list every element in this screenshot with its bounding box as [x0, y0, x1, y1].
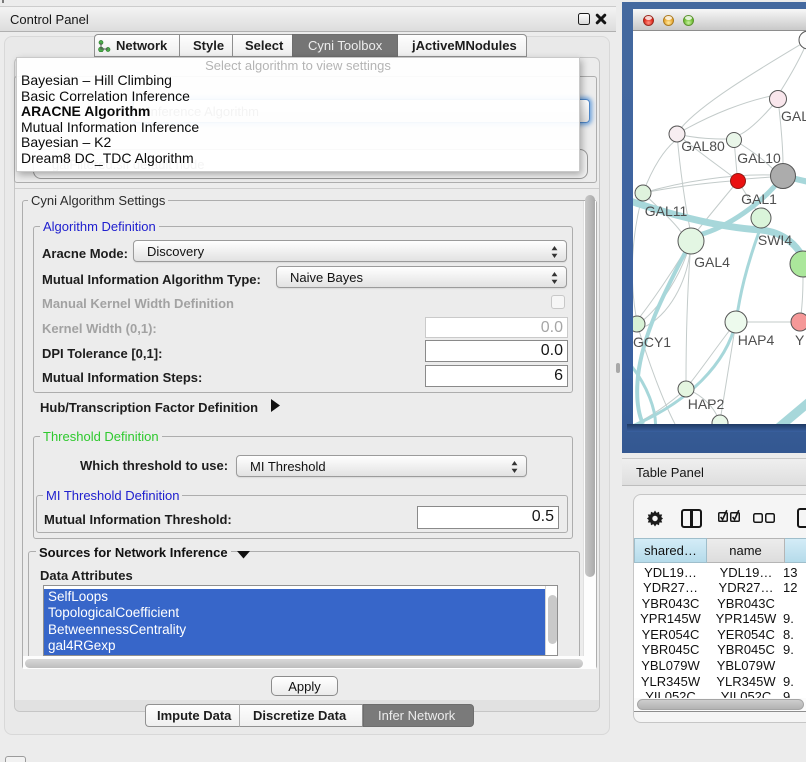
- svg-text:GAL11: GAL11: [645, 203, 688, 219]
- svg-text:GAL4: GAL4: [694, 254, 730, 270]
- svg-text:SWI4: SWI4: [758, 232, 792, 248]
- svg-text:Y: Y: [795, 332, 805, 348]
- svg-text:GCY1: GCY1: [633, 334, 671, 350]
- svg-text:HAP4: HAP4: [738, 332, 775, 348]
- svg-text:GAL1: GAL1: [741, 191, 777, 207]
- svg-text:GAL80: GAL80: [681, 138, 725, 154]
- svg-text:HAP2: HAP2: [688, 396, 725, 412]
- svg-text:GAL: GAL: [781, 108, 806, 124]
- svg-text:GAL10: GAL10: [737, 150, 781, 166]
